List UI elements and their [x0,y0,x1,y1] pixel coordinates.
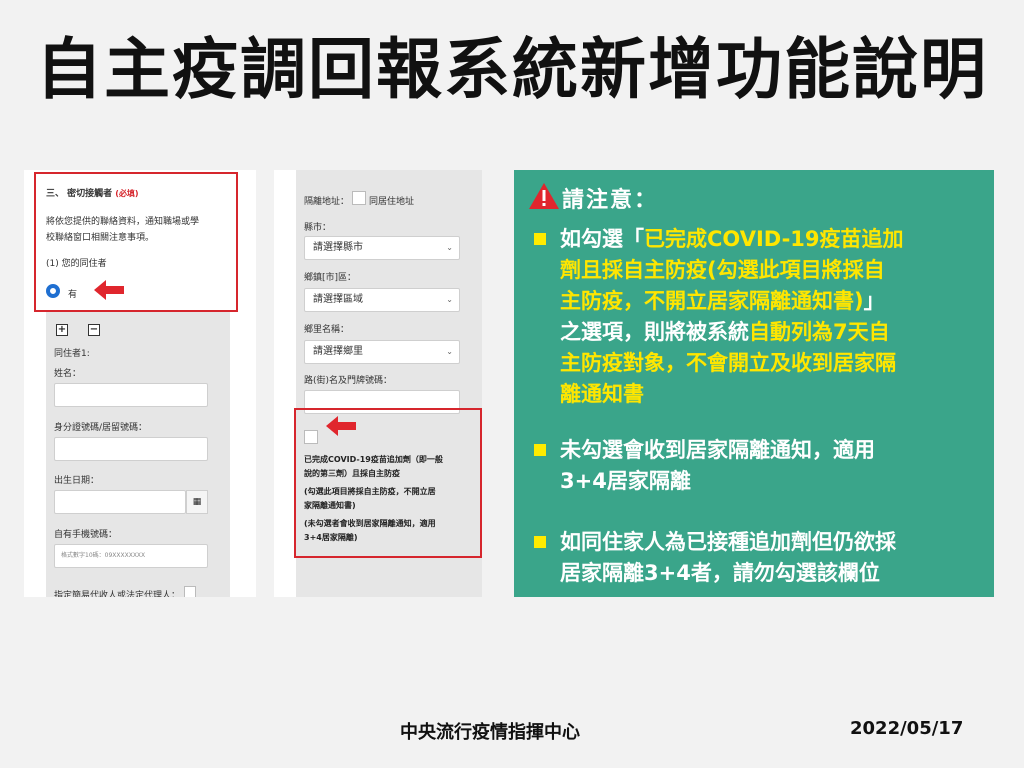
notice-title: 請注意： [562,188,659,213]
id-label: 身分證號碼/居留號碼： [54,423,148,433]
required-tag: (必填) [115,189,139,198]
red-arrow-icon [94,280,124,300]
red-arrow-icon [326,416,356,436]
bullet-icon [534,233,546,245]
phone-input[interactable]: 格式數字10碼：09XXXXXXXX [54,544,208,568]
section-heading: 三、 密切接觸者 (必填) [46,186,139,199]
county-select[interactable]: 請選擇縣市 ⌄ [304,236,460,260]
booster-line-5: (未勾選者會收到居家隔離通知，適用 [304,519,436,528]
remove-cohabitant-button[interactable]: − [88,324,100,336]
footer-org: 中央流行疫情指揮中心 [400,722,580,743]
radio-yes-label: 有 [68,290,78,300]
village-select-value: 請選擇鄉里 [313,346,363,357]
name-label: 姓名： [54,369,82,379]
notice-p1-line3: 主防疫，不開立居家隔離通知書)」 [560,286,885,317]
notice-p1-line1: 如勾選「已完成COVID-19疫苗追加 [560,224,904,255]
village-label: 鄉里名稱： [304,325,350,335]
quarantine-addr-label: 隔離地址： [304,197,350,207]
section-heading-text: 三、 密切接觸者 [46,189,113,199]
bullet-icon [534,536,546,548]
booster-checkbox[interactable] [304,430,318,444]
booster-line-4: 家隔離通知書) [304,501,356,510]
notice-p1-line5: 主防疫對象，不會開立及收到居家隔 [560,351,896,375]
notice-p3-line1: 如同住家人為已接種追加劑但仍欲採 [560,530,896,554]
address-form-screenshot: 隔離地址： 同居住地址 縣市： 請選擇縣市 ⌄ 鄉鎮[市]區： 請選擇區域 ⌄ … [274,170,482,597]
p1-l1b: 已完成COVID-19疫苗追加 [644,227,904,251]
notice-p1-line6: 離通知書 [560,382,644,406]
id-input[interactable] [54,437,208,461]
district-select[interactable]: 請選擇區域 ⌄ [304,288,460,312]
p1-l1a: 如勾選「 [560,227,644,251]
contact-form-screenshot: 三、 密切接觸者 (必填) 將依您提供的聯絡資料，通知職場或學 校聯絡窗口相關注… [24,170,256,597]
notice-p1-line4: 之選項，則將被系統自動列為7天自 [560,317,890,348]
desc-line-2: 校聯絡窗口相關注意事項。 [46,233,155,243]
road-label: 路(街)名及門牌號碼： [304,376,393,386]
same-address-checkbox[interactable] [352,191,366,205]
county-label: 縣市： [304,223,332,233]
booster-line-1: 已完成COVID-19疫苗追加劑（即一般 [304,455,443,464]
dob-input[interactable] [54,490,186,514]
same-address-label: 同居住地址 [369,197,415,207]
p1-l3b: 」 [863,289,885,313]
notice-p1-line2: 劑且採自主防疫(勾選此項目將採自 [560,258,885,282]
p1-l4a: 之選項，則將被系統 [560,320,749,344]
p1-l4b: 自動列為7天自 [749,320,890,344]
desc-line-1: 將依您提供的聯絡資料，通知職場或學 [46,217,200,227]
radio-yes[interactable] [46,284,60,298]
district-label: 鄉鎮[市]區： [304,273,357,283]
booster-line-3: (勾選此項目將採自主防疫，不開立居 [304,487,436,496]
add-cohabitant-button[interactable]: + [56,324,68,336]
slide-title: 自主疫調回報系統新增功能說明 [36,31,988,108]
booster-line-2: 說的第三劑）且採自主防疫 [304,469,400,478]
name-input[interactable] [54,383,208,407]
chevron-down-icon: ⌄ [446,295,453,304]
dob-label: 出生日期： [54,476,100,486]
proxy-label: 指定簡易代收人或法定代理人： [54,591,181,597]
notice-p2-line1: 未勾選會收到居家隔離通知，適用 [560,438,875,462]
county-select-value: 請選擇縣市 [313,242,363,253]
cohabitant-question: (1) 您的同住者 [46,259,107,269]
cohabitant-label: 同住者1: [54,349,90,359]
notice-panel: 請注意： 如勾選「已完成COVID-19疫苗追加 劑且採自主防疫(勾選此項目將採… [514,170,994,597]
booster-line-6: 3+4居家隔離) [304,533,358,542]
phone-label: 自有手機號碼： [54,530,118,540]
chevron-down-icon: ⌄ [446,243,453,252]
calendar-icon[interactable]: ▦ [186,490,208,514]
proxy-checkbox[interactable] [184,586,196,597]
p1-l3a: 主防疫，不開立居家隔離通知書) [560,289,864,313]
bullet-icon [534,444,546,456]
notice-p2-line2: 3+4居家隔離 [560,469,691,493]
chevron-down-icon: ⌄ [446,347,453,356]
warning-icon [529,183,559,209]
district-select-value: 請選擇區域 [313,294,363,305]
notice-p3-line2: 居家隔離3+4者，請勿勾選該欄位 [560,561,880,585]
footer-date: 2022/05/17 [850,718,964,739]
village-select[interactable]: 請選擇鄉里 ⌄ [304,340,460,364]
